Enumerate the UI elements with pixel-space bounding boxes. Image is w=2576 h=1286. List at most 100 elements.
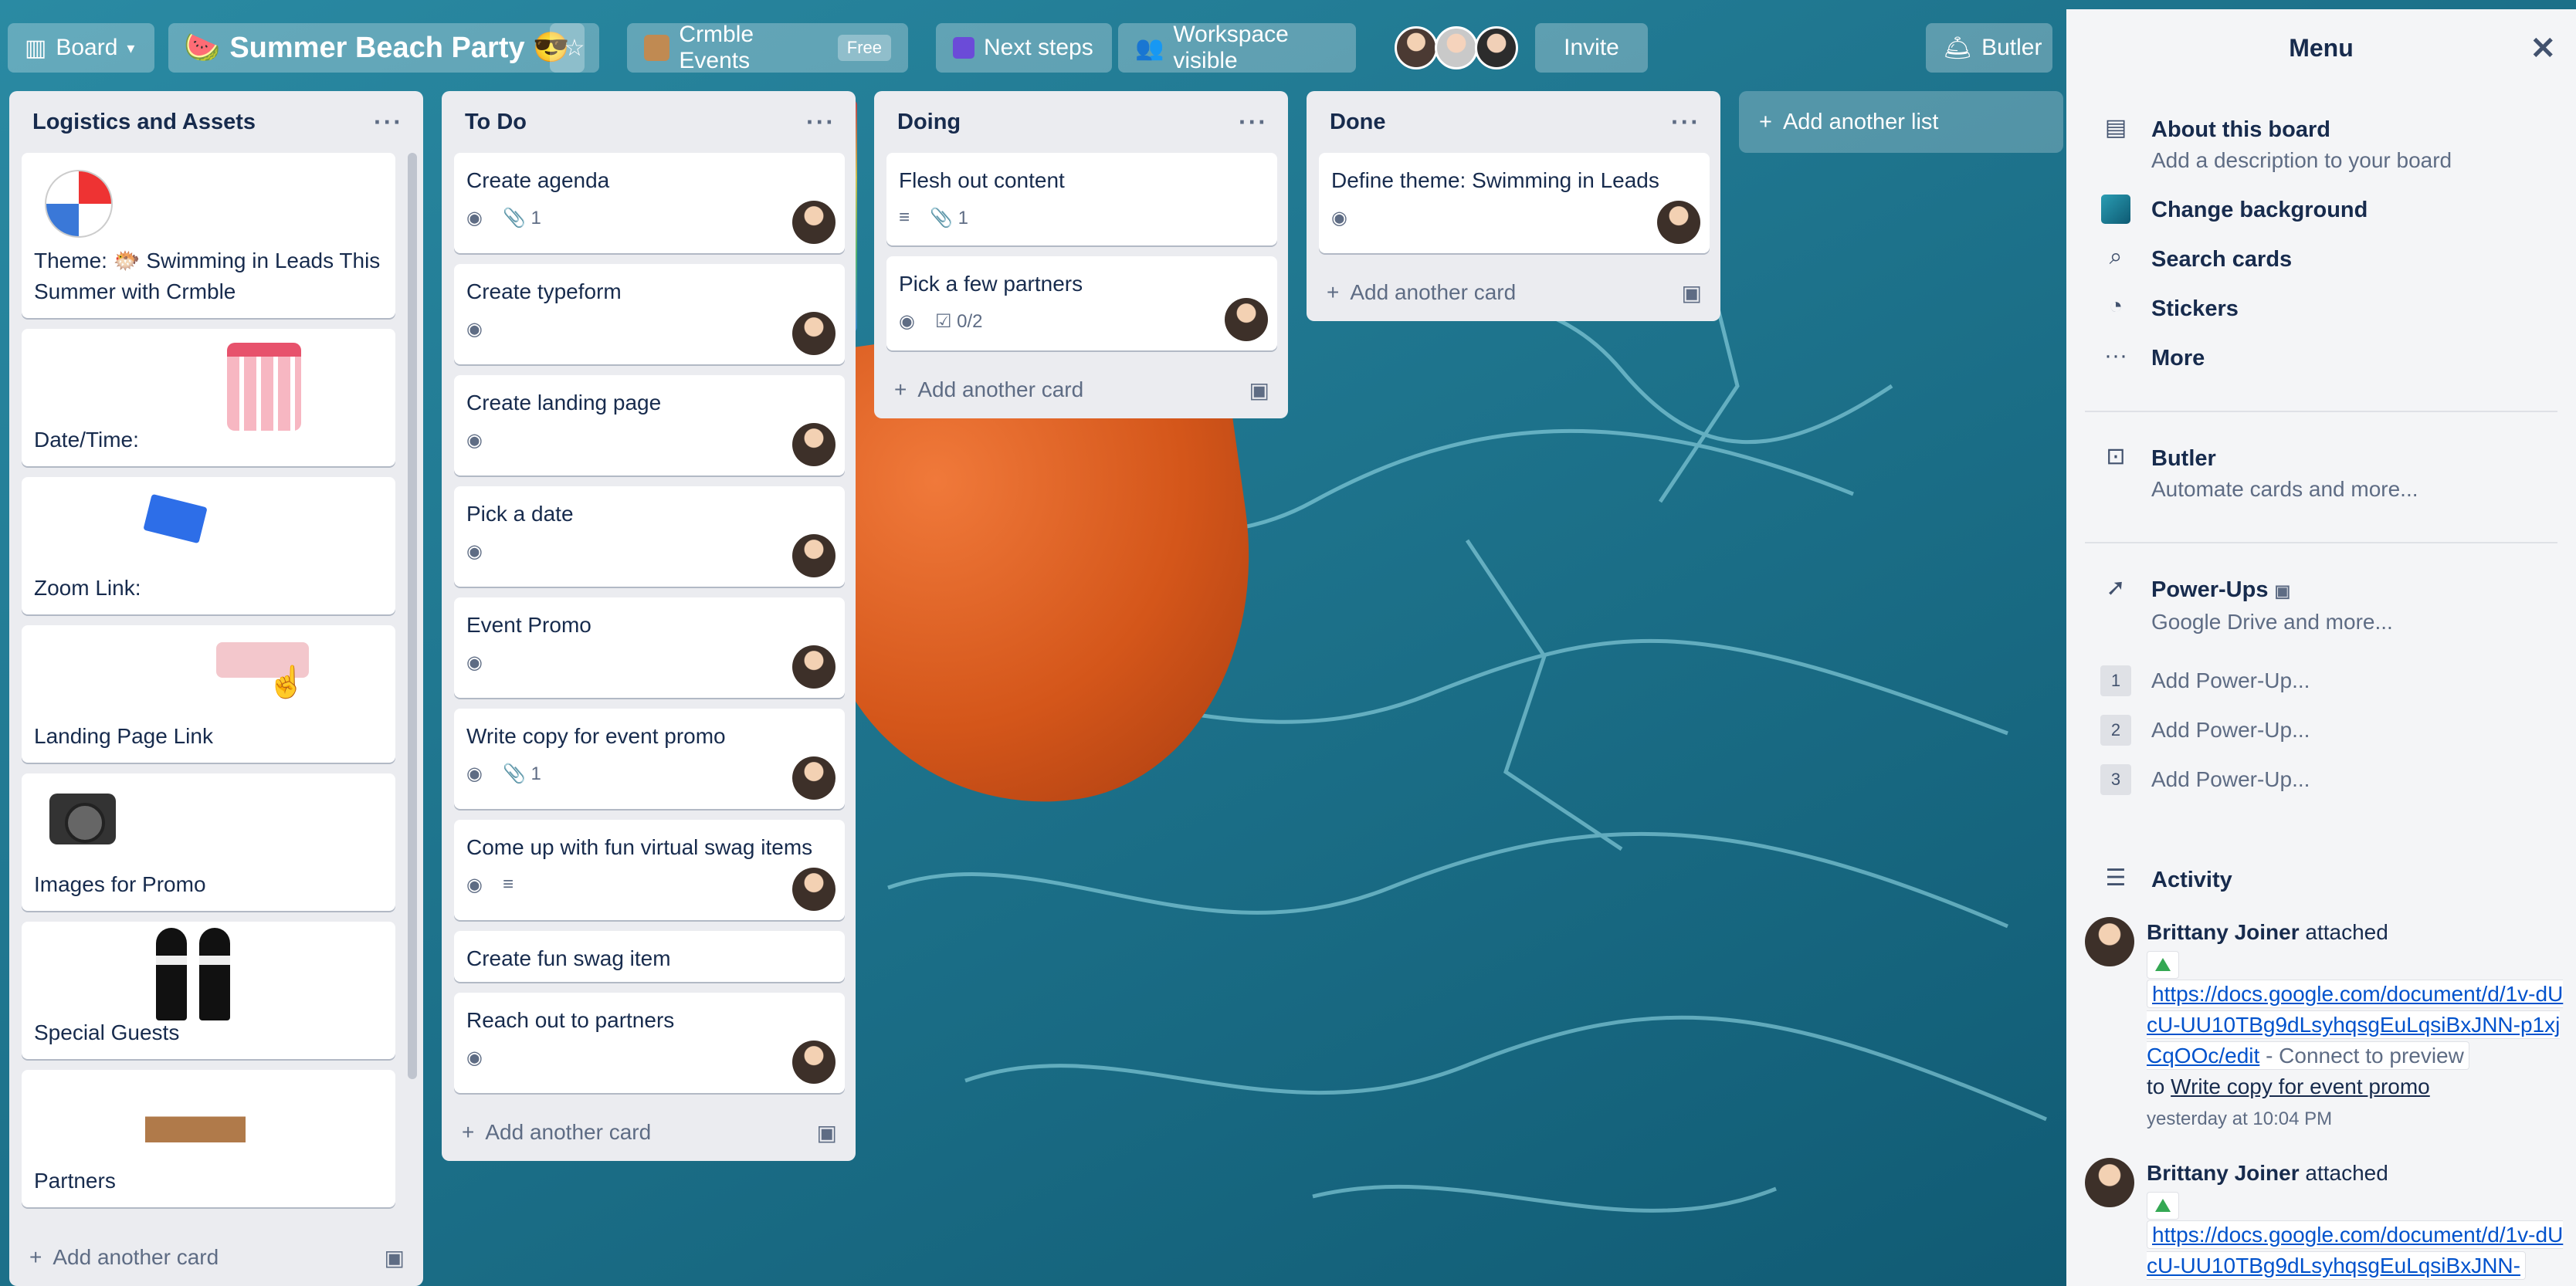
member-avatar xyxy=(792,201,836,244)
activity-icon: ☰ xyxy=(2105,865,2127,891)
list-item[interactable]: Event Promo ◉ xyxy=(454,597,845,698)
board-view-switcher[interactable]: ▥ Board ▾ xyxy=(8,23,154,73)
about-board-item[interactable]: ▤ About this board Add a description to … xyxy=(2100,114,2452,176)
checklist-icon: ☑ 0/2 xyxy=(934,310,983,332)
list-item[interactable]: Flesh out content ≡ 📎 1 xyxy=(886,153,1277,245)
change-background-item[interactable]: Change background xyxy=(2100,195,2368,230)
list-item[interactable]: Special Guests xyxy=(22,922,395,1059)
sticker-icon: ◔ xyxy=(2108,293,2124,319)
add-power-up-1[interactable]: 1 Add Power-Up... xyxy=(2100,665,2310,696)
list-item[interactable]: Partners xyxy=(22,1070,395,1207)
list-header: Logistics and Assets ··· xyxy=(9,91,423,153)
list-title[interactable]: Done xyxy=(1330,110,1386,135)
list-title[interactable]: Doing xyxy=(897,110,961,135)
list-item[interactable]: Pick a date ◉ xyxy=(454,486,845,587)
list-item[interactable]: Zoom Link: xyxy=(22,477,395,614)
beach-ball-image xyxy=(45,170,113,238)
member-avatar[interactable] xyxy=(1435,26,1478,69)
attachment-icon: 📎 1 xyxy=(930,207,968,228)
handshake-image xyxy=(145,1078,246,1164)
visibility-button[interactable]: 👥 Workspace visible xyxy=(1118,22,1356,73)
butler-button[interactable]: 🛎 Butler xyxy=(1926,23,2052,73)
template-icon[interactable]: ▣ xyxy=(1249,377,1269,403)
template-icon[interactable]: ▣ xyxy=(385,1245,405,1271)
list-menu-icon[interactable]: ··· xyxy=(1239,108,1268,137)
member-avatar xyxy=(792,1041,836,1084)
list-item[interactable]: Create agenda ◉ 📎 1 xyxy=(454,153,845,253)
member-avatar[interactable] xyxy=(1395,26,1438,69)
activity-timestamp: yesterday at 10:04 PM xyxy=(2147,1108,2333,1129)
list-item[interactable]: Images for Promo xyxy=(22,773,395,911)
add-card-button[interactable]: + Add another card ▣ xyxy=(9,1229,423,1286)
eye-icon: ◉ xyxy=(466,874,483,895)
add-list-button[interactable]: + Add another list xyxy=(1739,91,2063,153)
stickers-item[interactable]: ◔ Stickers xyxy=(2100,293,2239,324)
more-item[interactable]: ··· More xyxy=(2100,343,2205,374)
member-avatar xyxy=(1225,298,1268,341)
activity-user[interactable]: Brittany Joiner xyxy=(2147,920,2300,944)
background-thumbnail-icon xyxy=(2100,195,2131,230)
user-avatar[interactable] xyxy=(2085,917,2134,966)
list-item[interactable]: Write copy for event promo ◉ 📎 1 xyxy=(454,709,845,809)
list-title[interactable]: To Do xyxy=(465,110,527,135)
template-icon[interactable]: ▣ xyxy=(1682,280,1702,306)
add-card-button[interactable]: + Add another card ▣ xyxy=(1307,264,1720,321)
activity-entry: Brittany Joiner attached https://docs.go… xyxy=(2085,917,2564,1135)
member-avatar xyxy=(792,756,836,800)
eye-icon: ◉ xyxy=(466,651,483,673)
activity-header: ☰ Activity xyxy=(2100,865,2232,895)
plus-icon: + xyxy=(1327,280,1340,304)
board-icon: ▥ xyxy=(25,35,47,61)
next-steps-button[interactable]: Next steps xyxy=(936,23,1112,73)
board-members xyxy=(1395,26,1518,69)
add-power-up-2[interactable]: 2 Add Power-Up... xyxy=(2100,715,2310,746)
activity-user[interactable]: Brittany Joiner xyxy=(2147,1161,2300,1185)
attachment-link[interactable]: https://docs.google.com/document/d/1v-dU… xyxy=(2147,980,2564,1070)
list-menu-icon[interactable]: ··· xyxy=(806,108,836,137)
power-ups-item[interactable]: ➚ Power-Ups ▣ Google Drive and more... xyxy=(2100,574,2392,638)
list-item[interactable]: Define theme: Swimming in Leads ◉ xyxy=(1319,153,1710,253)
list-scrollbar[interactable] xyxy=(408,153,417,1079)
star-icon: ☆ xyxy=(564,35,585,61)
list-item[interactable]: Come up with fun virtual swag items ◉ ≡ xyxy=(454,820,845,920)
list-item[interactable]: Date/Time: xyxy=(22,329,395,466)
add-power-up-3[interactable]: 3 Add Power-Up... xyxy=(2100,764,2310,795)
list-menu-icon[interactable]: ··· xyxy=(1671,108,1700,137)
board-header: ▥ Board ▾ 🍉 Summer Beach Party 😎 ☆ Crmbl… xyxy=(0,0,2066,96)
eye-icon: ◉ xyxy=(466,1047,483,1068)
template-icon[interactable]: ▣ xyxy=(817,1120,837,1146)
menu-header: Menu ✕ xyxy=(2289,31,2556,66)
list-item[interactable]: Theme: 🐡 Swimming in Leads This Summer w… xyxy=(22,153,395,318)
search-cards-item[interactable]: ⌕ Search cards xyxy=(2100,244,2293,275)
more-icon: ··· xyxy=(2104,343,2127,368)
user-avatar[interactable] xyxy=(2085,1158,2134,1207)
workspace-button[interactable]: Crmble Events Free xyxy=(627,22,908,73)
board-title[interactable]: 🍉 Summer Beach Party 😎 xyxy=(168,23,585,73)
list-menu-icon[interactable]: ··· xyxy=(374,108,403,137)
list-header: Doing ··· xyxy=(874,91,1288,153)
member-avatar[interactable] xyxy=(1475,26,1518,69)
list-item[interactable]: Create typeform ◉ xyxy=(454,264,845,364)
card-link[interactable]: Write copy for event promo xyxy=(2171,1074,2430,1098)
add-card-button[interactable]: + Add another card ▣ xyxy=(442,1104,856,1161)
butler-item[interactable]: ⊡ Butler Automate cards and more... xyxy=(2100,443,2418,505)
invite-button[interactable]: Invite xyxy=(1535,23,1648,73)
list-header: To Do ··· xyxy=(442,91,856,153)
close-icon[interactable]: ✕ xyxy=(2530,31,2556,66)
member-avatar xyxy=(1657,201,1700,244)
attachment-link[interactable]: https://docs.google.com/document/d/1v-dU… xyxy=(2147,1220,2564,1280)
add-card-button[interactable]: + Add another card ▣ xyxy=(874,361,1288,418)
list-item[interactable]: Pick a few partners ◉ ☑ 0/2 xyxy=(886,256,1277,350)
rocket-icon: ➚ xyxy=(2106,575,2126,601)
list-item[interactable]: Create landing page ◉ xyxy=(454,375,845,475)
list-item[interactable]: Create fun swag item xyxy=(454,931,845,982)
plus-icon: + xyxy=(894,377,907,401)
eye-icon: ◉ xyxy=(1331,207,1347,228)
eye-icon: ◉ xyxy=(466,540,483,562)
list-title[interactable]: Logistics and Assets xyxy=(32,110,256,135)
eye-icon: ◉ xyxy=(466,429,483,451)
list-item[interactable]: Reach out to partners ◉ xyxy=(454,993,845,1093)
list-done: Done ··· Define theme: Swimming in Leads… xyxy=(1307,91,1720,321)
star-button[interactable]: ☆ xyxy=(550,23,599,73)
list-item[interactable]: ☝ Landing Page Link xyxy=(22,625,395,763)
